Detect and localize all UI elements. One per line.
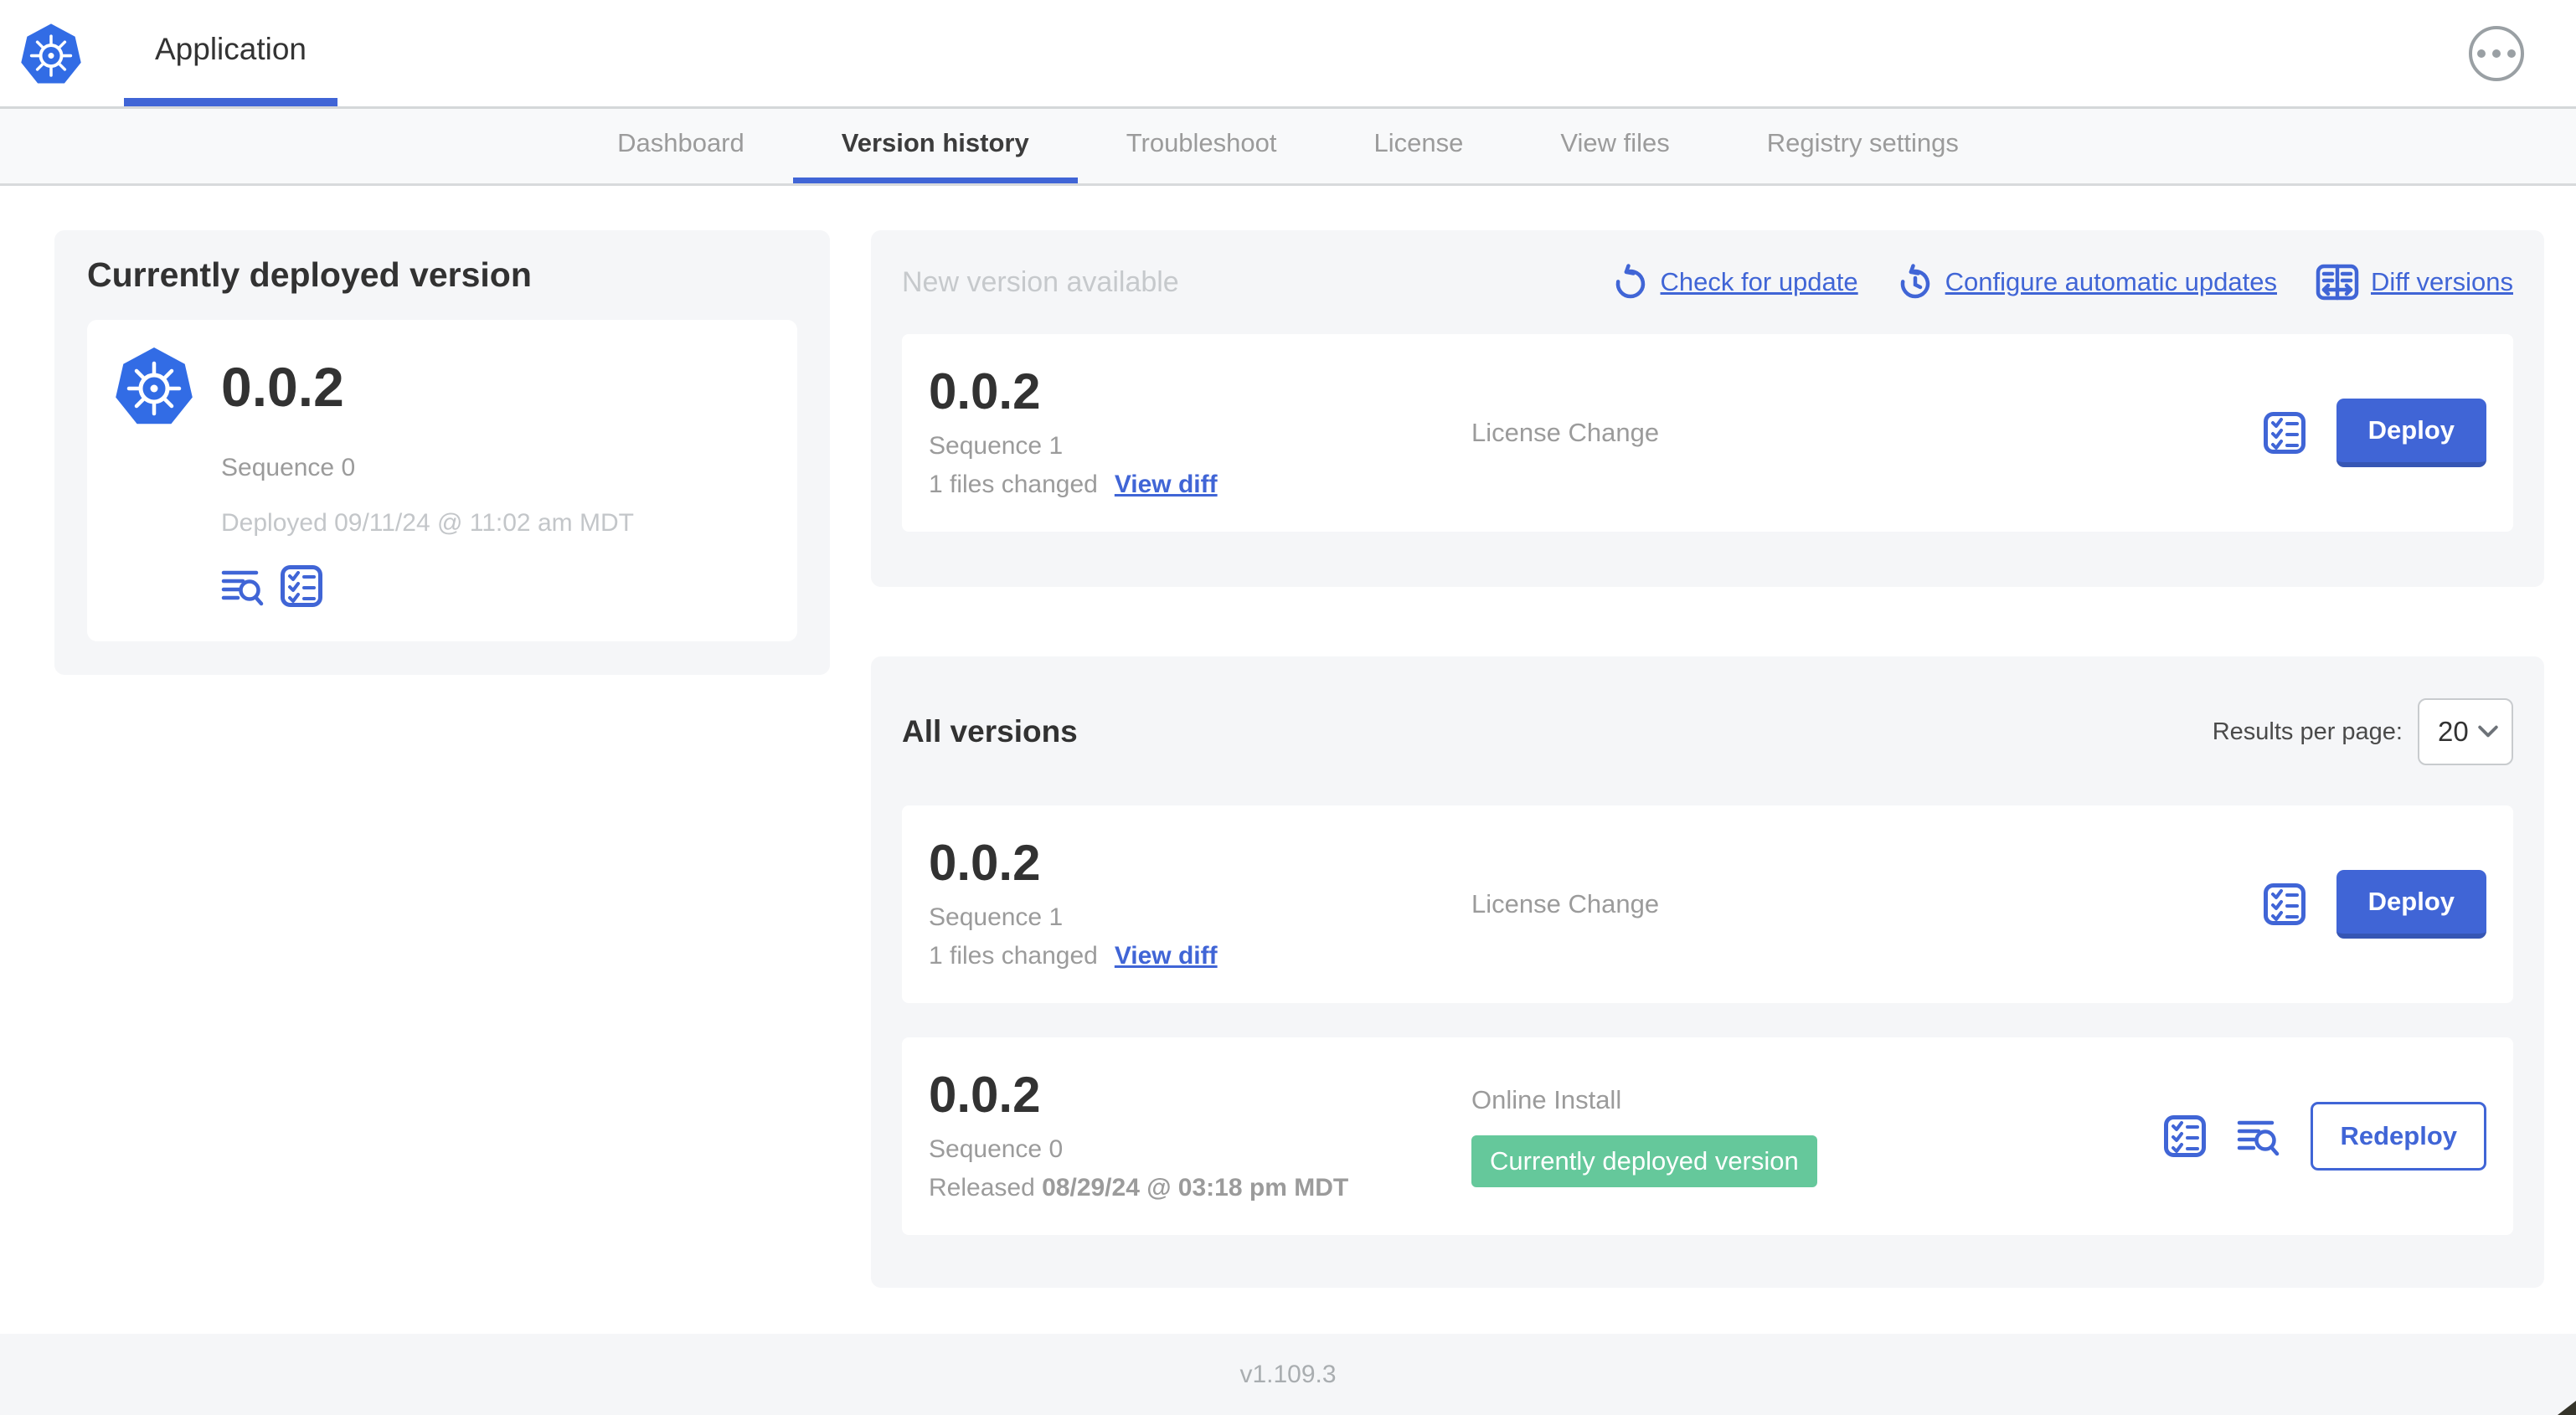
check-for-update-link[interactable]: Check for update — [1612, 264, 1858, 301]
main-content: Currently deployed version 0.0.2 Sequenc… — [0, 186, 2576, 1288]
preflight-checklist-icon[interactable] — [2263, 882, 2306, 926]
top-bar: Application — [0, 0, 2576, 109]
results-per-page-label: Results per page: — [2212, 718, 2403, 745]
new-version-section: New version available Check for update C… — [871, 230, 2544, 587]
new-version-heading: New version available — [902, 265, 1179, 298]
version-number: 0.0.2 — [929, 1067, 1041, 1123]
deploy-button[interactable]: Deploy — [2336, 399, 2486, 467]
view-diff-link[interactable]: View diff — [1115, 942, 1218, 970]
currently-deployed-badge: Currently deployed version — [1471, 1135, 1817, 1187]
currently-deployed-heading: Currently deployed version — [87, 255, 532, 294]
results-per-page-select[interactable]: 20 — [2418, 698, 2513, 765]
kubernetes-app-icon — [112, 345, 196, 429]
admin-console-version: v1.109.3 — [1239, 1360, 1337, 1388]
files-changed-label: 1 files changed — [929, 942, 1098, 970]
currently-deployed-section: Currently deployed version 0.0.2 Sequenc… — [54, 230, 830, 675]
app-footer: v1.109.3 — [0, 1334, 2576, 1415]
sequence-label: Sequence 0 — [929, 1135, 1064, 1163]
nav-tab-version-history[interactable]: Version history — [792, 109, 1078, 183]
redeploy-button[interactable]: Redeploy — [2311, 1102, 2486, 1171]
refresh-icon — [1612, 264, 1649, 301]
nav-tab-registry-settings[interactable]: Registry settings — [1718, 109, 2007, 183]
preflight-checklist-icon[interactable] — [2163, 1114, 2207, 1158]
view-diff-link[interactable]: View diff — [1115, 471, 1218, 499]
currently-deployed-card: 0.0.2 Sequence 0 Deployed 09/11/24 @ 11:… — [87, 320, 797, 641]
version-number: 0.0.2 — [929, 363, 1041, 419]
cursor-artifact — [2558, 1401, 2576, 1415]
sequence-label: Sequence 1 — [929, 432, 1064, 460]
app-navbar: Dashboard Version history Troubleshoot L… — [0, 109, 2576, 186]
deploy-logs-icon[interactable] — [2237, 1114, 2280, 1158]
ellipsis-icon — [2477, 49, 2486, 58]
app-tab-label: Application — [155, 31, 307, 66]
version-source-label: License Change — [1471, 418, 1660, 447]
deploy-logs-icon[interactable] — [221, 564, 265, 608]
configure-automatic-updates-link[interactable]: Configure automatic updates — [1897, 264, 2277, 301]
app-tab-application[interactable]: Application — [124, 0, 338, 106]
version-row: 0.0.2 Sequence 1 1 files changed View di… — [902, 805, 2513, 1003]
preflight-checklist-icon[interactable] — [280, 564, 323, 608]
current-sequence-label: Sequence 0 — [221, 454, 356, 481]
version-number: 0.0.2 — [929, 835, 1041, 891]
version-source-label: Online Install — [1471, 1085, 1622, 1114]
nav-tab-view-files[interactable]: View files — [1512, 109, 1718, 183]
overflow-menu-button[interactable] — [2469, 26, 2524, 81]
nav-tab-license[interactable]: License — [1326, 109, 1512, 183]
new-version-card: 0.0.2 Sequence 1 1 files changed View di… — [902, 334, 2513, 532]
kubernetes-logo — [18, 22, 84, 87]
files-changed-label: 1 files changed — [929, 471, 1098, 498]
released-timestamp: Released 08/29/24 @ 03:18 pm MDT — [929, 1174, 1349, 1201]
preflight-checklist-icon[interactable] — [2263, 411, 2306, 455]
diff-icon — [2316, 264, 2359, 301]
diff-versions-link[interactable]: Diff versions — [2316, 264, 2513, 301]
nav-tab-troubleshoot[interactable]: Troubleshoot — [1078, 109, 1326, 183]
schedule-icon — [1897, 264, 1934, 301]
sequence-label: Sequence 1 — [929, 903, 1064, 931]
deploy-button[interactable]: Deploy — [2336, 870, 2486, 939]
all-versions-heading: All versions — [902, 714, 1078, 749]
all-versions-section: All versions Results per page: 20 0.0.2 … — [871, 656, 2544, 1288]
deployed-timestamp: Deployed 09/11/24 @ 11:02 am MDT — [221, 509, 634, 537]
chevron-down-icon — [2478, 725, 2498, 738]
version-source-label: License Change — [1471, 889, 1660, 918]
version-row: 0.0.2 Sequence 0 Released 08/29/24 @ 03:… — [902, 1037, 2513, 1235]
nav-tab-dashboard[interactable]: Dashboard — [569, 109, 793, 183]
current-version-number: 0.0.2 — [221, 356, 344, 418]
